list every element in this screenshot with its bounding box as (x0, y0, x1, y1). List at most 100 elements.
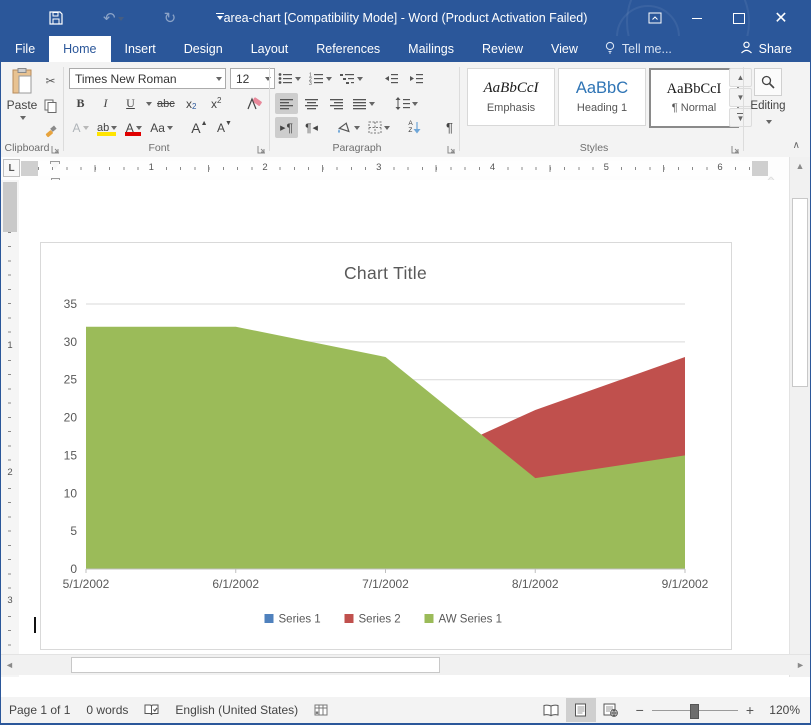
editing-button[interactable]: Editing (749, 68, 787, 127)
zoom-in-icon[interactable]: + (746, 702, 754, 718)
show-hide-pilcrow-button[interactable]: ¶ (438, 117, 461, 138)
vertical-scrollbar-thumb[interactable] (792, 198, 808, 387)
font-dialog-launcher[interactable] (257, 143, 266, 152)
customize-qat-icon[interactable] (216, 13, 224, 23)
chart-object[interactable]: 353025201510505/1/20026/1/20027/1/20028/… (40, 242, 732, 650)
text-effects-button[interactable]: A (69, 117, 92, 138)
change-case-button[interactable]: Aa (147, 117, 176, 138)
tab-mailings[interactable]: Mailings (394, 36, 468, 62)
horizontal-scrollbar-thumb[interactable] (71, 657, 440, 673)
strikethrough-button[interactable]: abc (154, 93, 178, 114)
styles-group-label: Styles (461, 142, 727, 154)
scroll-right-icon[interactable]: ► (792, 655, 809, 675)
share-button[interactable]: Share (722, 36, 810, 62)
zoom-level[interactable]: 120% (762, 703, 800, 717)
numbering-button[interactable]: 123 (306, 68, 335, 89)
shading-button[interactable] (333, 117, 363, 138)
increase-indent-button[interactable] (405, 68, 428, 89)
ltr-direction-button[interactable]: ▶¶ (275, 117, 298, 138)
ribbon-display-options-icon[interactable] (634, 0, 676, 36)
line-spacing-button[interactable] (392, 93, 421, 114)
tell-me-label: Tell me... (622, 42, 672, 56)
tab-references[interactable]: References (302, 36, 394, 62)
highlight-color-button[interactable]: ab (94, 117, 120, 138)
multilevel-list-button[interactable] (337, 68, 366, 89)
language-status[interactable]: English (United States) (167, 697, 306, 723)
tab-review[interactable]: Review (468, 36, 537, 62)
subscript-button[interactable]: x2 (180, 93, 203, 114)
zoom-slider[interactable] (652, 710, 738, 711)
maximize-button[interactable] (718, 0, 760, 36)
chart-title[interactable]: Chart Title (344, 263, 427, 283)
cut-icon[interactable]: ✂ (39, 70, 62, 91)
tab-file[interactable]: File (1, 36, 49, 62)
ribbon: Paste ✂ Clipboard Times New (1, 62, 810, 158)
page-number-status[interactable]: Page 1 of 1 (1, 697, 78, 723)
style-normal[interactable]: AaBbCcI¶ Normal (649, 68, 739, 128)
align-left-button[interactable] (275, 93, 298, 114)
close-button[interactable]: ✕ (760, 0, 802, 36)
tab-insert[interactable]: Insert (111, 36, 170, 62)
decrease-indent-button[interactable] (380, 68, 403, 89)
read-mode-icon[interactable] (536, 698, 566, 722)
italic-button[interactable]: I (94, 93, 117, 114)
print-layout-icon[interactable] (566, 698, 596, 722)
underline-button[interactable]: U (119, 93, 142, 114)
legend-swatch (265, 614, 274, 623)
align-right-button[interactable] (325, 93, 348, 114)
web-layout-icon[interactable] (596, 698, 626, 722)
clipboard-dialog-launcher[interactable] (51, 143, 60, 152)
font-name-combo[interactable]: Times New Roman (69, 68, 226, 89)
ruler-number: 1 (146, 162, 157, 173)
borders-button[interactable] (365, 117, 393, 138)
undo-icon[interactable]: ↶ (103, 9, 124, 27)
clipboard-group: Paste ✂ Clipboard (1, 62, 63, 156)
zoom-slider-thumb[interactable] (690, 704, 699, 719)
zoom-out-icon[interactable]: − (636, 702, 644, 718)
sort-button[interactable]: AZ (403, 117, 426, 138)
svg-text:3: 3 (309, 81, 312, 85)
justify-button[interactable] (350, 93, 378, 114)
save-icon[interactable] (49, 11, 63, 25)
vertical-scrollbar[interactable]: ▲ ▼ (789, 157, 810, 677)
horizontal-scrollbar[interactable]: ◄ ► (1, 654, 810, 675)
redo-icon[interactable]: ↻ (164, 9, 177, 27)
tab-layout[interactable]: Layout (237, 36, 303, 62)
paragraph-dialog-launcher[interactable] (447, 143, 456, 152)
scroll-left-icon[interactable]: ◄ (1, 655, 18, 675)
bold-button[interactable]: B (69, 93, 92, 114)
tab-selector[interactable]: L (3, 159, 20, 177)
word-count-status[interactable]: 0 words (78, 697, 136, 723)
rtl-direction-button[interactable]: ¶◀ (300, 117, 323, 138)
proofing-status-icon[interactable] (136, 697, 167, 723)
collapse-ribbon-icon[interactable]: ∧ (793, 140, 800, 151)
editing-label: Editing (750, 100, 785, 112)
bullets-button[interactable] (275, 68, 304, 89)
superscript-button[interactable]: x2 (205, 93, 228, 114)
tell-me-button[interactable]: Tell me... (592, 36, 684, 62)
underline-dropdown-icon[interactable] (146, 102, 152, 109)
minimize-button[interactable] (676, 0, 718, 36)
magnifier-icon (754, 68, 782, 96)
clear-formatting-button[interactable] (244, 93, 267, 114)
copy-icon[interactable] (39, 95, 62, 116)
horizontal-ruler[interactable]: 123456 (21, 161, 768, 176)
tab-view[interactable]: View (537, 36, 592, 62)
style-emphasis[interactable]: AaBbCcIEmphasis (467, 68, 555, 126)
tab-home[interactable]: Home (49, 36, 110, 62)
style-heading1[interactable]: AaBbCHeading 1 (558, 68, 646, 126)
scroll-up-icon[interactable]: ▲ (790, 157, 810, 174)
style-gallery: AaBbCcIEmphasisAaBbCHeading 1AaBbCcI¶ No… (467, 68, 739, 128)
format-painter-icon[interactable] (39, 120, 62, 141)
grow-font-button[interactable]: A▲ (188, 117, 211, 138)
styles-dialog-launcher[interactable] (731, 143, 740, 152)
lightbulb-icon (604, 41, 616, 58)
paragraph-group: 123 (271, 62, 459, 156)
shrink-font-button[interactable]: A▼ (213, 117, 236, 138)
tab-design[interactable]: Design (170, 36, 237, 62)
align-center-button[interactable] (300, 93, 323, 114)
vertical-ruler[interactable]: 123 (1, 180, 19, 677)
macro-record-icon[interactable] (306, 697, 336, 723)
font-color-button[interactable]: A (122, 117, 145, 138)
paste-button[interactable]: Paste (6, 68, 38, 136)
